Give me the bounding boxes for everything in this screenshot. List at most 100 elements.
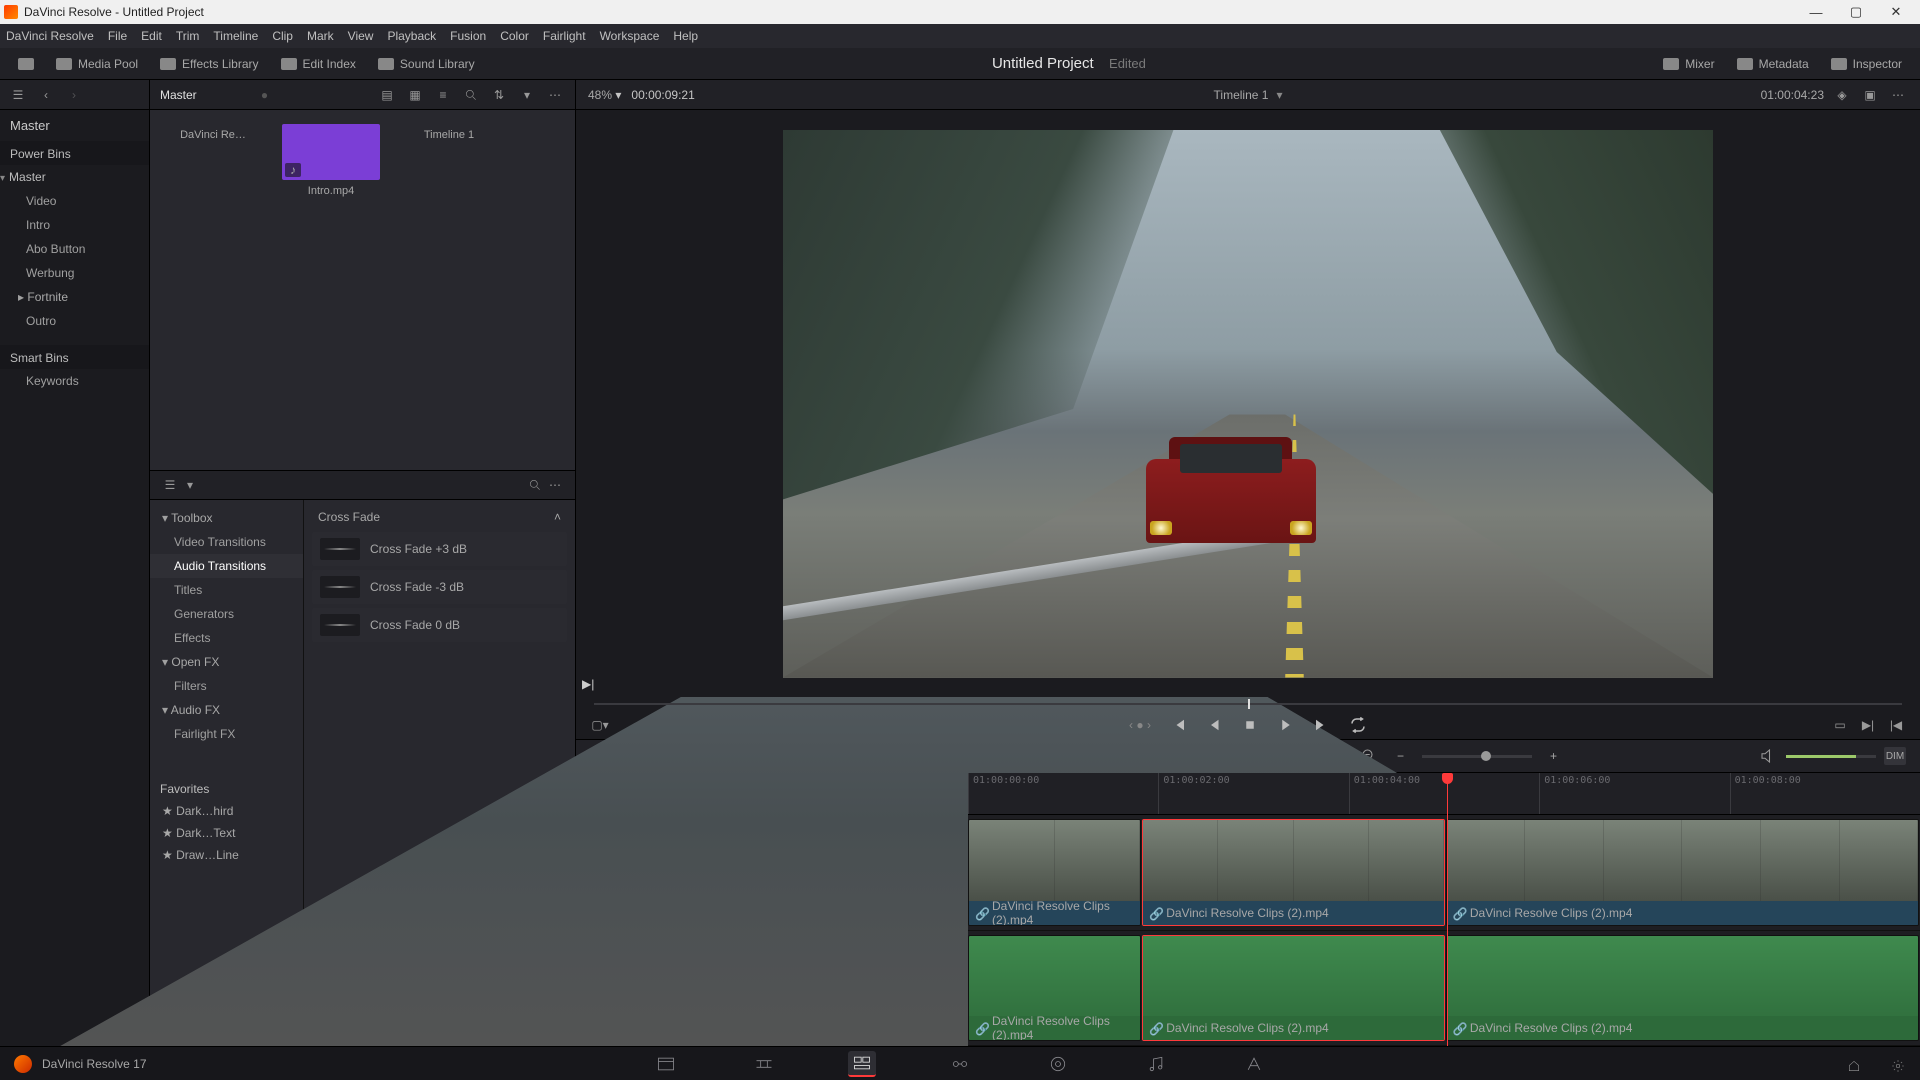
dim-button[interactable]: DIM — [1884, 747, 1906, 765]
close-button[interactable]: ✕ — [1876, 0, 1916, 24]
clip-timeline[interactable]: Timeline 1 — [400, 124, 498, 197]
fx-titles[interactable]: Titles — [150, 578, 303, 602]
sidebar-item-keywords[interactable]: Keywords — [0, 369, 149, 393]
menu-item[interactable]: Edit — [141, 29, 162, 43]
timeline-name[interactable]: Timeline 1 — [1214, 88, 1269, 102]
menu-item[interactable]: Clip — [272, 29, 293, 43]
video-clip[interactable]: 🔗DaVinci Resolve Clips (2).mp4 — [1446, 819, 1919, 926]
mixer-button[interactable]: Mixer — [1655, 53, 1722, 75]
options-icon[interactable]: ⋯ — [545, 85, 565, 105]
view-list-icon[interactable]: ≡ — [433, 85, 453, 105]
fav-item[interactable]: ★ Dark…Text — [150, 822, 303, 844]
filter-icon[interactable]: ▾ — [517, 85, 537, 105]
fx-collapse-icon[interactable]: ▾ — [180, 475, 200, 495]
menu-item[interactable]: Mark — [307, 29, 334, 43]
menu-item[interactable]: Help — [673, 29, 698, 43]
page-edit[interactable] — [848, 1051, 876, 1077]
menu-item[interactable]: Color — [500, 29, 529, 43]
menu-item[interactable]: File — [108, 29, 127, 43]
video-clip[interactable]: 🔗DaVinci Resolve Clips (2).mp4 — [1142, 819, 1445, 926]
sound-library-button[interactable]: Sound Library — [370, 53, 483, 75]
menu-item[interactable]: Fusion — [450, 29, 486, 43]
play-button[interactable] — [1277, 716, 1295, 734]
sort-icon[interactable]: ⇅ — [489, 85, 509, 105]
viewer-zoom[interactable]: 48% ▾ — [588, 88, 621, 102]
sidebar-item-intro[interactable]: Intro — [0, 213, 149, 237]
sidebar-item-video[interactable]: Video — [0, 189, 149, 213]
fx-audiofx[interactable]: ▾ Audio FX — [150, 698, 303, 722]
fx-audio-transitions[interactable]: Audio Transitions — [150, 554, 303, 578]
stop-button[interactable] — [1241, 716, 1259, 734]
fx-fairlight[interactable]: Fairlight FX — [150, 722, 303, 746]
page-cut[interactable] — [750, 1051, 778, 1077]
go-start-button[interactable] — [1169, 716, 1187, 734]
dual-viewer-icon[interactable]: ▭ — [1830, 715, 1850, 735]
fx-search-icon[interactable] — [525, 475, 545, 495]
sidebar-item-outro[interactable]: Outro — [0, 309, 149, 333]
fx-video-transitions[interactable]: Video Transitions — [150, 530, 303, 554]
inspector-button[interactable]: Inspector — [1823, 53, 1910, 75]
fx-item[interactable]: Cross Fade -3 dB — [312, 570, 567, 604]
fx-generators[interactable]: Generators — [150, 602, 303, 626]
volume-slider[interactable] — [1786, 755, 1876, 758]
viewer-options-icon[interactable]: ⋯ — [1888, 85, 1908, 105]
match-frame-icon[interactable]: ▢▾ — [590, 715, 610, 735]
audio-clip[interactable]: 🔗DaVinci Resolve Clips (2).mp4 — [968, 935, 1141, 1042]
fx-panel-toggle-icon[interactable]: ☰ — [160, 475, 180, 495]
video-clip[interactable]: 🔗DaVinci Resolve Clips (2).mp4 — [968, 819, 1141, 926]
timeline-tracks[interactable]: 01:00:00:00 01:00:02:00 01:00:04:00 01:0… — [968, 773, 1920, 1046]
minimize-button[interactable]: — — [1796, 0, 1836, 24]
page-media[interactable] — [652, 1051, 680, 1077]
play-reverse-button[interactable] — [1205, 716, 1223, 734]
project-settings-icon[interactable] — [1888, 1056, 1908, 1076]
fx-toolbox[interactable]: ▾ Toolbox — [150, 506, 303, 530]
fav-item[interactable]: ★ Draw…Line — [150, 844, 303, 866]
sidebar-item-werbung[interactable]: Werbung — [0, 261, 149, 285]
nav-back-icon[interactable]: ‹ — [36, 85, 56, 105]
menu-item[interactable]: DaVinci Resolve — [6, 29, 94, 43]
sidebar-item-master[interactable]: Master — [0, 165, 149, 189]
sidebar-item-fortnite[interactable]: ▸ Fortnite — [0, 285, 149, 309]
page-fairlight[interactable] — [1142, 1051, 1170, 1077]
effects-library-button[interactable]: Effects Library — [152, 53, 266, 75]
menu-item[interactable]: Timeline — [213, 29, 258, 43]
page-deliver[interactable] — [1240, 1051, 1268, 1077]
view-strip-icon[interactable]: ▤ — [377, 85, 397, 105]
nav-fwd-icon[interactable]: › — [64, 85, 84, 105]
fx-filters[interactable]: Filters — [150, 674, 303, 698]
metadata-button[interactable]: Metadata — [1729, 53, 1817, 75]
fx-item[interactable]: Cross Fade +3 dB — [312, 532, 567, 566]
menu-item[interactable]: Playback — [387, 29, 436, 43]
sidebar-item-abo[interactable]: Abo Button — [0, 237, 149, 261]
fav-item[interactable]: ★ Dark…hird — [150, 800, 303, 822]
audio-clip[interactable]: 🔗DaVinci Resolve Clips (2).mp4 — [1142, 935, 1445, 1042]
menu-item[interactable]: View — [348, 29, 374, 43]
search-icon[interactable] — [461, 85, 481, 105]
project-manager-icon[interactable] — [1844, 1056, 1864, 1076]
maximize-button[interactable]: ▢ — [1836, 0, 1876, 24]
clip-intro[interactable]: ♪ Intro.mp4 — [282, 124, 380, 197]
clip-davinci[interactable]: ♪ DaVinci Re… — [164, 124, 262, 197]
fx-item[interactable]: Cross Fade 0 dB — [312, 608, 567, 642]
menu-item[interactable]: Fairlight — [543, 29, 586, 43]
playhead[interactable] — [1447, 773, 1448, 1046]
go-end-button[interactable] — [1313, 716, 1331, 734]
bypass-icon[interactable]: ◈ — [1832, 85, 1852, 105]
bin-master[interactable]: Master — [0, 110, 149, 141]
loop-button[interactable] — [1349, 716, 1367, 734]
audio-clip[interactable]: 🔗DaVinci Resolve Clips (2).mp4 — [1446, 935, 1919, 1042]
full-screen-button[interactable] — [10, 54, 42, 74]
edit-index-button[interactable]: Edit Index — [273, 53, 364, 75]
program-viewer[interactable]: ▶| — [576, 110, 1920, 697]
fx-openfx[interactable]: ▾ Open FX — [150, 650, 303, 674]
next-mark-icon[interactable]: ▶| — [1858, 715, 1878, 735]
single-viewer-icon[interactable]: ▣ — [1860, 85, 1880, 105]
prev-mark-icon[interactable]: |◀ — [1886, 715, 1906, 735]
sidebar-toggle-icon[interactable]: ☰ — [8, 85, 28, 105]
fx-category[interactable]: Cross Fade˄ — [312, 506, 567, 532]
view-grid-icon[interactable]: ▦ — [405, 85, 425, 105]
fx-effects[interactable]: Effects — [150, 626, 303, 650]
menu-item[interactable]: Workspace — [600, 29, 660, 43]
menu-item[interactable]: Trim — [176, 29, 200, 43]
page-color[interactable] — [1044, 1051, 1072, 1077]
